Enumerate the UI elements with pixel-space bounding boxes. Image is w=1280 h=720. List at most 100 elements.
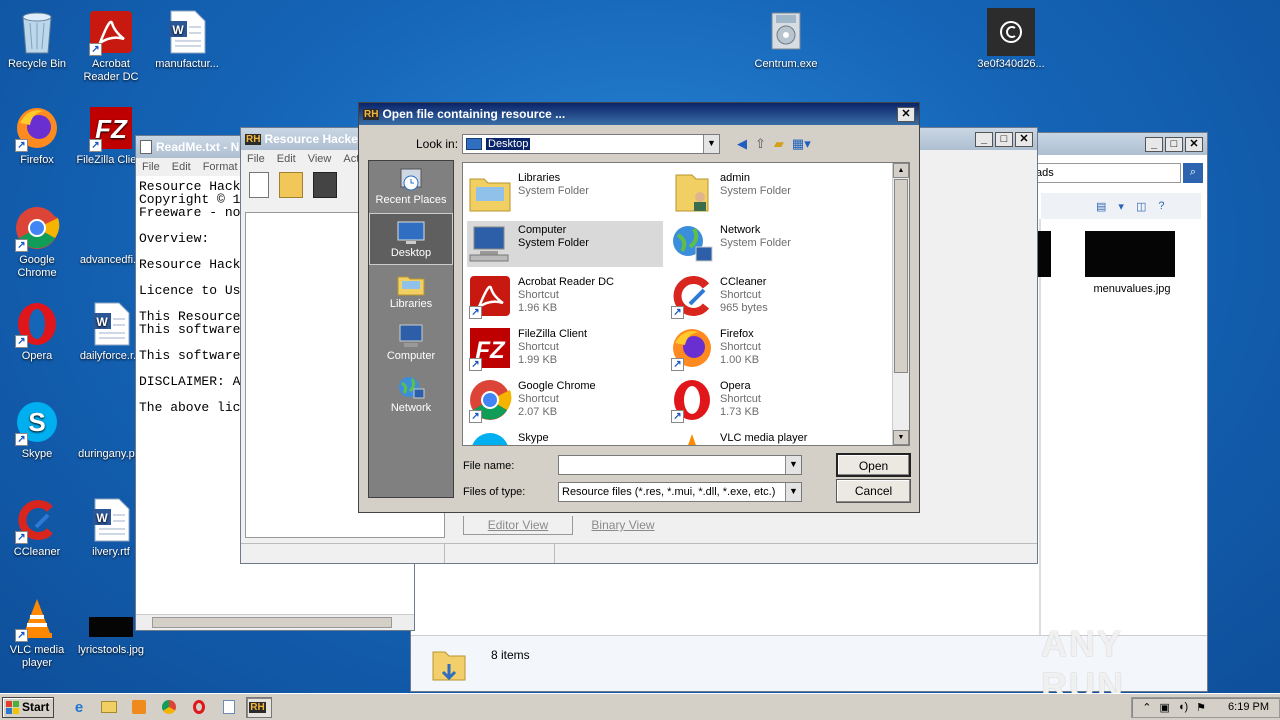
maximize-button[interactable]: □	[995, 131, 1013, 147]
file-name-input[interactable]: ▼	[558, 455, 802, 475]
file-item-libraries[interactable]: Libraries System Folder	[467, 169, 663, 215]
menu-edit[interactable]: Edit	[172, 161, 191, 173]
help-icon[interactable]: ?	[1158, 200, 1164, 212]
desktop-icon-vlc[interactable]: ↗ VLC media player	[0, 594, 74, 670]
file-item-chrome[interactable]: ↗ Google Chrome Shortcut 2.07 KB	[467, 377, 663, 423]
file-item-opera[interactable]: ↗ Opera Shortcut 1.73 KB	[669, 377, 865, 423]
places-bar: Recent Places Desktop Libraries Computer…	[368, 160, 454, 498]
action-center-flag-icon[interactable]: ⚑	[1196, 701, 1206, 714]
file-item-vlc[interactable]: VLC media player	[669, 429, 865, 445]
maximize-button[interactable]: □	[1165, 136, 1183, 152]
minimize-button[interactable]: _	[1145, 136, 1163, 152]
cancel-button[interactable]: Cancel	[836, 479, 911, 503]
close-button[interactable]: ✕	[1185, 136, 1203, 152]
file-type: System Folder	[518, 237, 589, 249]
menu-action[interactable]: Act	[343, 153, 359, 165]
opera-icon: ↗	[13, 300, 61, 348]
vlc-icon	[669, 429, 715, 445]
look-in-dropdown[interactable]: Desktop ▼	[462, 134, 720, 154]
file-list[interactable]: Libraries System Folder admin System Folde…	[462, 162, 910, 446]
file-item-skype[interactable]: Skype	[467, 429, 663, 445]
menu-view[interactable]: View	[308, 153, 332, 165]
place-computer[interactable]: Computer	[369, 317, 453, 369]
open-button[interactable]: Open	[836, 453, 911, 477]
chevron-down-icon[interactable]: ▼	[703, 135, 719, 153]
menu-file[interactable]: File	[142, 161, 160, 173]
file-label[interactable]: menuvalues.jpg	[1077, 283, 1187, 295]
view-menu-icon[interactable]: ▦▾	[792, 136, 811, 152]
rh-toolbar	[249, 172, 337, 198]
scroll-thumb[interactable]	[894, 179, 908, 373]
desktop-icon-recycle-bin[interactable]: Recycle Bin	[0, 8, 74, 71]
minimize-button[interactable]: _	[975, 131, 993, 147]
place-network[interactable]: Network	[369, 369, 453, 421]
horizontal-scrollbar[interactable]	[136, 614, 414, 630]
search-icon[interactable]: ⌕	[1183, 163, 1203, 183]
ie-icon[interactable]: e	[66, 697, 92, 718]
network-tray-icon[interactable]: ▣	[1159, 701, 1169, 714]
tray-expand-icon[interactable]: ⌃	[1142, 701, 1151, 714]
media-player-icon[interactable]	[126, 697, 152, 718]
file-list-scrollbar[interactable]: ▲ ▼	[892, 163, 909, 445]
chevron-down-icon[interactable]: ▼	[785, 456, 801, 474]
menu-edit[interactable]: Edit	[277, 153, 296, 165]
clock[interactable]: 6:19 PM	[1228, 701, 1269, 713]
recent-places-icon	[396, 167, 426, 193]
close-button[interactable]: ✕	[1015, 131, 1033, 147]
desktop-icon-firefox[interactable]: ↗ Firefox	[0, 104, 74, 167]
scroll-up-icon[interactable]: ▲	[893, 163, 909, 178]
desktop-icon-label: Skype	[21, 448, 53, 460]
desktop-icon-3e0f340d26[interactable]: 3e0f340d26...	[974, 8, 1048, 71]
new-folder-icon[interactable]: ▰	[774, 136, 784, 152]
scroll-down-icon[interactable]: ▼	[893, 430, 909, 445]
resource-hacker-taskbar-icon[interactable]: RH	[246, 696, 272, 718]
tab-editor-view[interactable]: Editor View	[463, 516, 573, 535]
network-icon	[669, 221, 715, 267]
place-desktop[interactable]: Desktop	[369, 213, 453, 265]
desktop-icon-centrum[interactable]: Centrum.exe	[749, 8, 823, 71]
view-icon[interactable]: ▤	[1096, 200, 1106, 213]
explorer-address-bar[interactable]: ads	[1031, 163, 1181, 183]
opera-icon[interactable]	[186, 697, 212, 718]
tab-binary-view[interactable]: Binary View	[573, 516, 673, 535]
up-folder-icon[interactable]: ⇧	[755, 136, 766, 152]
explorer-folder-icon[interactable]	[96, 697, 122, 718]
volume-icon[interactable]: ◖)	[1178, 701, 1188, 713]
close-button[interactable]: ✕	[897, 106, 915, 122]
desktop-icon-manufactur[interactable]: W manufactur...	[150, 8, 224, 71]
svg-text:W: W	[96, 315, 108, 329]
place-libraries[interactable]: Libraries	[369, 265, 453, 317]
scroll-thumb[interactable]	[152, 617, 392, 628]
desktop-icon-ccleaner[interactable]: ↗ CCleaner	[0, 496, 74, 559]
desktop-icon-label: Google Chrome	[17, 254, 57, 279]
libraries-icon	[396, 271, 426, 297]
installer-icon	[762, 8, 810, 56]
start-button[interactable]: Start	[2, 696, 54, 718]
chevron-down-icon[interactable]: ▼	[785, 483, 801, 501]
ccleaner-icon: ↗	[13, 496, 61, 544]
menu-file[interactable]: File	[247, 153, 265, 165]
file-item-acrobat[interactable]: ↗ Acrobat Reader DC Shortcut 1.96 KB	[467, 273, 663, 319]
chevron-down-icon[interactable]: ▾	[1118, 200, 1124, 213]
preview-pane-icon[interactable]: ◫	[1136, 200, 1146, 213]
file-item-ccleaner[interactable]: ↗ CCleaner Shortcut 965 bytes	[669, 273, 865, 319]
menu-format[interactable]: Format	[203, 161, 238, 173]
open-file-icon[interactable]	[279, 172, 303, 198]
files-of-type-dropdown[interactable]: Resource files (*.res, *.mui, *.dll, *.e…	[558, 482, 802, 502]
place-recent-places[interactable]: Recent Places	[369, 161, 453, 213]
chrome-icon[interactable]	[156, 697, 182, 718]
notepad-icon[interactable]	[216, 697, 242, 718]
image-thumbnail[interactable]	[1085, 231, 1175, 277]
back-icon[interactable]: ◀	[737, 136, 747, 152]
desktop-icon-opera[interactable]: ↗ Opera	[0, 300, 74, 363]
desktop-icon-skype[interactable]: S ↗ Skype	[0, 398, 74, 461]
save-icon[interactable]	[313, 172, 337, 198]
new-file-icon[interactable]	[249, 172, 269, 198]
desktop-icon-acrobat[interactable]: ↗ Acrobat Reader DC	[74, 8, 148, 84]
file-item-network[interactable]: Network System Folder	[669, 221, 865, 267]
file-item-firefox[interactable]: ↗ Firefox Shortcut 1.00 KB	[669, 325, 865, 371]
file-item-admin[interactable]: admin System Folder	[669, 169, 865, 215]
file-item-filezilla[interactable]: FZ ↗ FileZilla Client Shortcut 1.99 KB	[467, 325, 663, 371]
desktop-icon-chrome[interactable]: ↗ Google Chrome	[0, 204, 74, 280]
file-item-computer[interactable]: Computer System Folder	[467, 221, 663, 267]
